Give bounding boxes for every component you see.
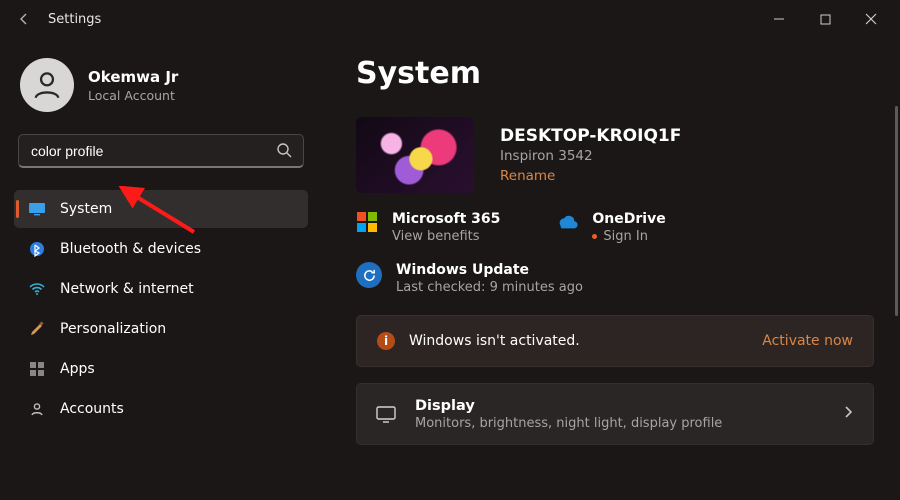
arrow-left-icon	[16, 11, 32, 27]
sidebar-item-label: Personalization	[60, 321, 166, 337]
close-button[interactable]	[848, 4, 894, 34]
banner-text: Windows isn't activated.	[409, 333, 580, 349]
apps-icon	[28, 360, 46, 378]
sidebar-item-label: System	[60, 201, 112, 217]
main-content: System DESKTOP-KROIQ1F Inspiron 3542 Ren…	[318, 38, 900, 500]
minimize-icon	[773, 13, 785, 25]
monitor-icon	[28, 200, 46, 218]
tile-title: Windows Update	[396, 262, 583, 278]
tile-subtitle: View benefits	[392, 229, 500, 244]
activation-banner: i Windows isn't activated. Activate now	[356, 315, 874, 367]
person-icon	[30, 68, 64, 102]
titlebar: Settings	[0, 0, 900, 38]
sidebar: Okemwa Jr Local Account System Bluetoo	[0, 38, 318, 500]
sidebar-item-bluetooth[interactable]: Bluetooth & devices	[14, 230, 308, 268]
wallpaper-thumbnail	[356, 117, 474, 193]
sidebar-item-accounts[interactable]: Accounts	[14, 390, 308, 428]
setting-subtitle: Monitors, brightness, night light, displ…	[415, 416, 722, 431]
status-dot-icon	[592, 234, 597, 239]
bluetooth-icon	[28, 240, 46, 258]
user-name: Okemwa Jr	[88, 68, 178, 86]
back-button[interactable]	[10, 5, 38, 33]
maximize-icon	[820, 14, 831, 25]
wifi-icon	[28, 280, 46, 298]
device-model: Inspiron 3542	[500, 148, 681, 164]
avatar	[20, 58, 74, 112]
page-title: System	[356, 56, 874, 91]
search-box	[18, 134, 304, 168]
sidebar-item-personalization[interactable]: Personalization	[14, 310, 308, 348]
device-card: DESKTOP-KROIQ1F Inspiron 3542 Rename	[356, 117, 874, 193]
sidebar-nav: System Bluetooth & devices Network & int…	[14, 190, 308, 428]
sidebar-item-label: Bluetooth & devices	[60, 241, 201, 257]
sidebar-item-label: Apps	[60, 361, 95, 377]
device-name: DESKTOP-KROIQ1F	[500, 126, 681, 146]
sidebar-item-apps[interactable]: Apps	[14, 350, 308, 388]
onedrive-icon	[556, 211, 578, 233]
sidebar-item-network[interactable]: Network & internet	[14, 270, 308, 308]
display-icon	[375, 403, 397, 425]
user-card[interactable]: Okemwa Jr Local Account	[20, 58, 308, 112]
activate-link[interactable]: Activate now	[762, 333, 853, 349]
brush-icon	[28, 320, 46, 338]
user-subtitle: Local Account	[88, 88, 178, 103]
maximize-button[interactable]	[802, 4, 848, 34]
microsoft-logo-icon	[356, 211, 378, 233]
setting-title: Display	[415, 398, 722, 414]
tile-microsoft365[interactable]: Microsoft 365 View benefits	[356, 211, 500, 244]
tile-onedrive[interactable]: OneDrive Sign In	[556, 211, 665, 244]
chevron-right-icon	[841, 405, 855, 423]
window-title: Settings	[48, 12, 101, 27]
setting-row-display[interactable]: Display Monitors, brightness, night ligh…	[356, 383, 874, 445]
search-icon[interactable]	[276, 142, 292, 162]
tile-subtitle: Sign In	[592, 229, 665, 244]
search-input[interactable]	[18, 134, 304, 168]
sidebar-item-label: Network & internet	[60, 281, 194, 297]
tile-title: OneDrive	[592, 211, 665, 227]
scrollbar[interactable]	[895, 106, 898, 316]
sidebar-item-system[interactable]: System	[14, 190, 308, 228]
tile-title: Microsoft 365	[392, 211, 500, 227]
accounts-icon	[28, 400, 46, 418]
tile-windows-update[interactable]: Windows Update Last checked: 9 minutes a…	[356, 262, 874, 295]
rename-link[interactable]: Rename	[500, 168, 681, 184]
sidebar-item-label: Accounts	[60, 401, 124, 417]
close-icon	[865, 13, 877, 25]
tile-subtitle: Last checked: 9 minutes ago	[396, 280, 583, 295]
info-icon: i	[377, 332, 395, 350]
minimize-button[interactable]	[756, 4, 802, 34]
refresh-icon	[356, 262, 382, 288]
